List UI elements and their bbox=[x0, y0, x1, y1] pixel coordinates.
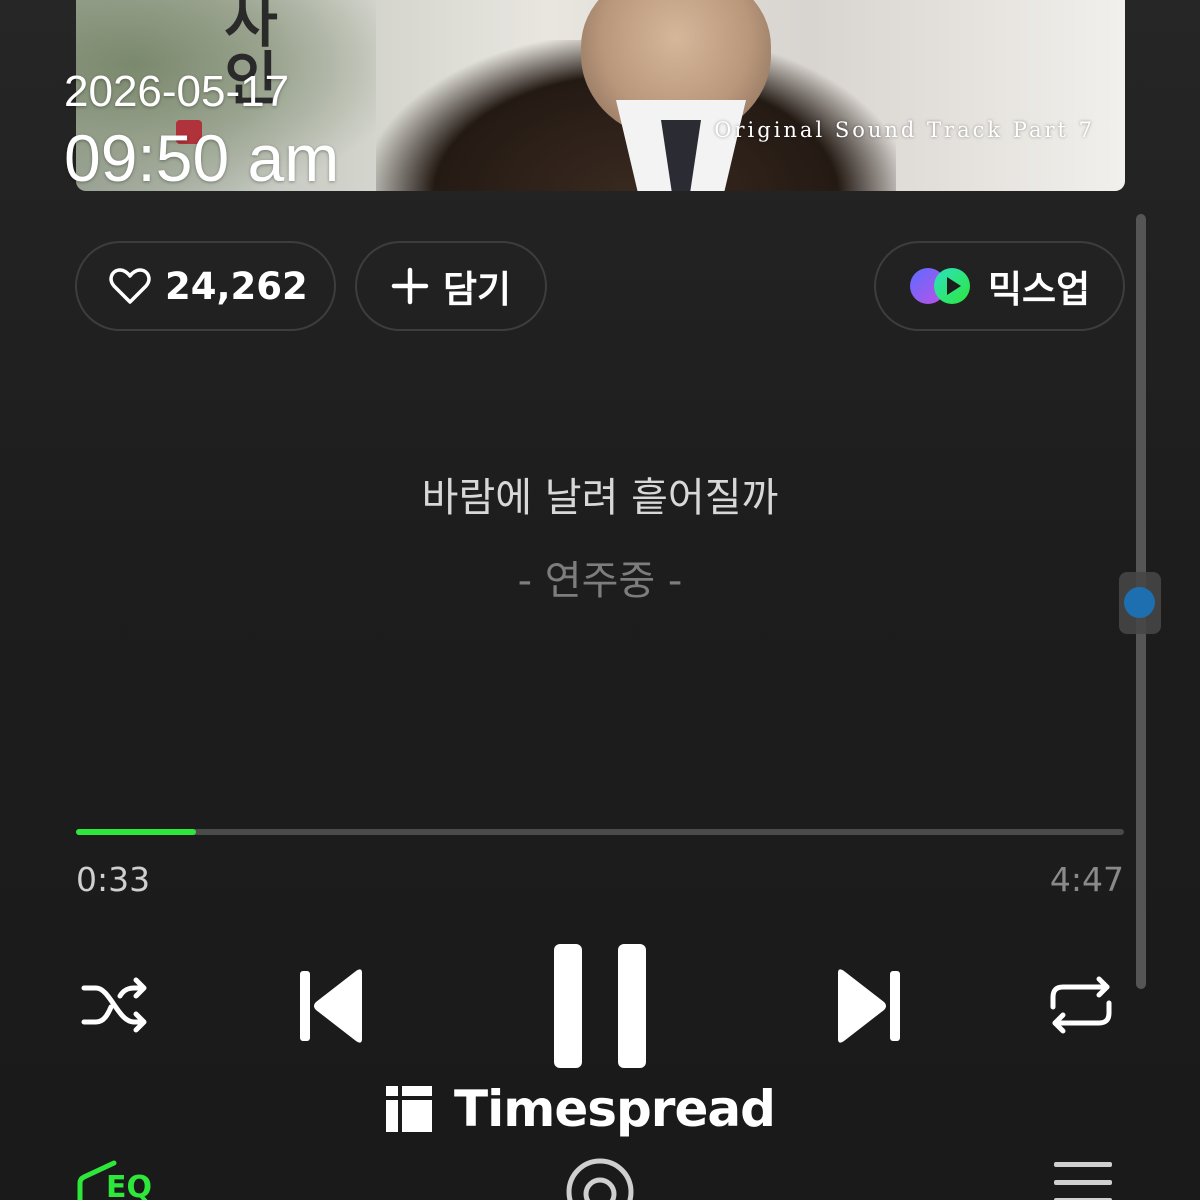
skip-next-icon bbox=[838, 969, 900, 1043]
eq-label[interactable]: EQ bbox=[106, 1170, 152, 1200]
pause-button[interactable] bbox=[552, 942, 648, 1070]
lyric-status: - 연주중 - bbox=[517, 558, 683, 604]
mixup-icon bbox=[910, 268, 970, 304]
like-count: 24,262 bbox=[165, 264, 308, 308]
overlay-time: 09:50 am bbox=[64, 121, 340, 195]
plus-icon bbox=[391, 267, 429, 305]
mixup-button[interactable]: 믹스업 bbox=[874, 241, 1125, 331]
overlay-date: 2026-05-17 bbox=[64, 67, 290, 116]
datetime-overlay: 2026-05-17 09:50 am bbox=[64, 66, 339, 194]
add-to-playlist-button[interactable]: 담기 bbox=[355, 241, 547, 331]
skip-previous-icon bbox=[300, 969, 362, 1043]
elapsed-time: 0:33 bbox=[76, 860, 151, 899]
watermark: Timespread bbox=[384, 1078, 776, 1140]
watermark-text: Timespread bbox=[454, 1080, 776, 1138]
lens-icon[interactable] bbox=[564, 1156, 636, 1200]
mixup-label: 믹스업 bbox=[988, 268, 1091, 311]
shuffle-icon bbox=[81, 977, 147, 1033]
total-time: 4:47 bbox=[1049, 860, 1124, 899]
next-button[interactable] bbox=[832, 965, 904, 1047]
add-label: 담기 bbox=[443, 268, 512, 311]
like-button[interactable]: 24,262 bbox=[75, 241, 336, 331]
timespread-logo-icon bbox=[386, 1086, 432, 1132]
album-caption: Original Sound Track Part 7 bbox=[714, 118, 1095, 142]
pause-icon bbox=[554, 944, 646, 1068]
scrollbar-thumb[interactable] bbox=[1124, 587, 1155, 618]
repeat-button[interactable] bbox=[1044, 970, 1118, 1040]
progress-bar[interactable] bbox=[76, 829, 1124, 835]
player-screen: 사인 Original Sound Track Part 7 2026-05-1… bbox=[0, 0, 1200, 1200]
lyric-current-line[interactable]: 바람에 날려 흩어질까 bbox=[0, 465, 1200, 523]
progress-fill bbox=[76, 829, 197, 835]
heart-icon bbox=[109, 268, 151, 304]
menu-icon[interactable] bbox=[1052, 1160, 1114, 1200]
previous-button[interactable] bbox=[296, 965, 368, 1047]
shuffle-button[interactable] bbox=[76, 970, 156, 1040]
repeat-icon bbox=[1050, 976, 1112, 1034]
